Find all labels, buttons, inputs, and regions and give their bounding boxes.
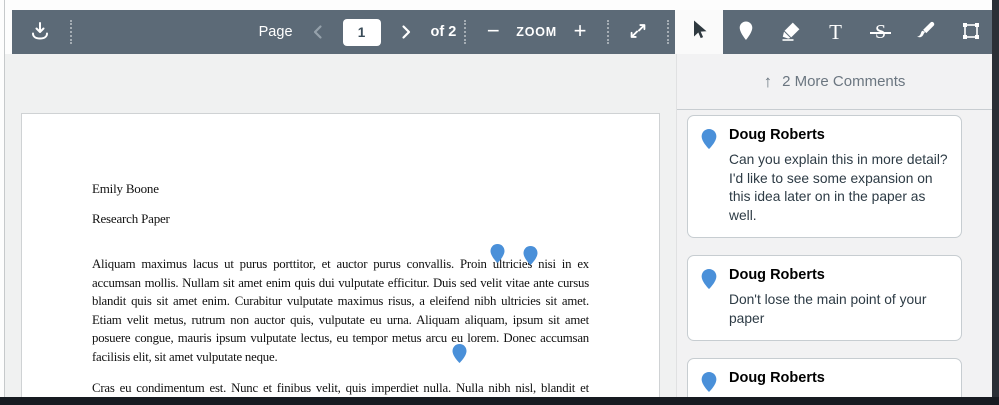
document-viewer[interactable]: Emily Boone Research Paper Aliquam maxim…	[5, 54, 676, 397]
select-tool-button-active[interactable]	[675, 10, 723, 54]
comment-pin-icon	[701, 127, 729, 225]
highlight-tool-button[interactable]	[768, 10, 813, 54]
document-page: Emily Boone Research Paper Aliquam maxim…	[21, 113, 660, 397]
annotation-toolbar: T S	[723, 10, 993, 54]
chevron-left-icon	[310, 24, 326, 40]
text-tool-icon: T	[829, 19, 842, 44]
point-annotation-pin[interactable]	[523, 246, 538, 265]
up-arrow-icon: ↑	[763, 71, 773, 91]
document-paragraph: Aliquam maximus lacus ut purus porttitor…	[92, 257, 589, 364]
document-author: Emily Boone	[92, 181, 159, 196]
area-tool-button[interactable]	[948, 10, 993, 54]
download-icon	[28, 19, 52, 46]
page-total-label: of 2	[430, 24, 457, 40]
comments-list: Doug Roberts Can you explain this in mor…	[677, 110, 992, 397]
page-label: Page	[258, 24, 293, 40]
window-bottom-border	[0, 397, 999, 405]
comment-card[interactable]: Doug Roberts Some good ideas here.	[687, 358, 962, 397]
page-navigation: Page of 2	[258, 10, 457, 54]
zoom-in-button[interactable]: +	[563, 10, 597, 54]
document-text: Emily Boone Research Paper Aliquam maxim…	[22, 114, 659, 397]
more-comments-button[interactable]: ↑ 2 More Comments	[677, 54, 992, 109]
point-annotation-pin[interactable]	[452, 344, 467, 363]
area-tool-icon	[959, 19, 983, 46]
document-annotation-app: Page of 2 − ZOOM +	[0, 0, 999, 405]
page-number-input[interactable]	[342, 18, 381, 46]
comment-text: Can you explain this in more detail? I'd…	[729, 152, 948, 223]
zoom-controls: − ZOOM +	[476, 10, 597, 54]
draw-tool-icon	[914, 19, 938, 46]
comments-panel: ↑ 2 More Comments Doug Roberts Can you e…	[676, 54, 992, 397]
pin-tool-button[interactable]	[723, 10, 768, 54]
highlight-tool-icon	[779, 19, 803, 46]
comment-text: Don't lose the main point of your paper	[729, 292, 927, 326]
zoom-label: ZOOM	[516, 25, 557, 39]
comment-card[interactable]: Doug Roberts Can you explain this in mor…	[687, 115, 962, 238]
toolbar: Page of 2 − ZOOM +	[12, 10, 675, 54]
previous-page-button[interactable]	[303, 10, 333, 54]
chevron-right-icon	[398, 24, 414, 40]
fit-screen-button[interactable]	[617, 10, 659, 54]
comment-author: Doug Roberts	[729, 267, 825, 283]
zoom-out-button[interactable]: −	[476, 10, 510, 54]
toolbar-divider	[70, 20, 72, 44]
cursor-icon	[687, 18, 711, 47]
window-right-border	[992, 0, 999, 405]
next-page-button[interactable]	[391, 10, 421, 54]
download-button[interactable]	[18, 10, 62, 54]
toolbar-divider	[667, 20, 669, 44]
pin-tool-icon	[734, 19, 758, 46]
draw-tool-button[interactable]	[903, 10, 948, 54]
window-left-border	[4, 0, 5, 397]
comment-pin-icon	[701, 370, 729, 397]
comment-pin-icon	[701, 267, 729, 328]
toolbar-divider	[464, 20, 467, 44]
comment-author: Doug Roberts	[729, 127, 825, 143]
document-paragraph: Cras eu condimentum est. Nunc et finibus…	[92, 379, 589, 397]
comment-card[interactable]: Doug Roberts Don't lose the main point o…	[687, 255, 962, 341]
text-tool-button[interactable]: T	[813, 10, 858, 54]
strikeout-tool-icon: S	[869, 21, 892, 44]
document-title: Research Paper	[92, 210, 170, 226]
comment-author: Doug Roberts	[729, 370, 825, 386]
more-comments-label: 2 More Comments	[782, 73, 906, 90]
toolbar-divider	[607, 20, 609, 44]
fit-screen-icon	[627, 20, 649, 45]
strikeout-tool-button[interactable]: S	[858, 10, 903, 54]
point-annotation-pin[interactable]	[490, 244, 505, 263]
